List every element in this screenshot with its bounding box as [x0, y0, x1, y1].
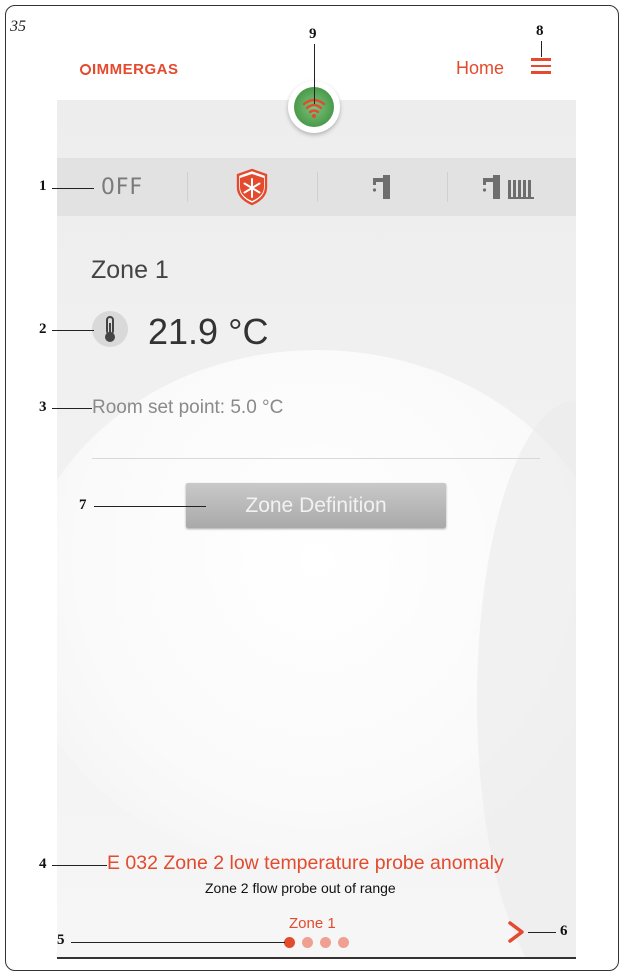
- callout-4: 4: [39, 856, 47, 872]
- room-set-point: Room set point: 5.0 °C: [92, 397, 284, 418]
- bottom-rule: [57, 957, 576, 959]
- app-screen: [57, 100, 576, 958]
- callout-2: 2: [39, 321, 47, 337]
- chevron-right-icon[interactable]: [506, 920, 526, 944]
- callout-leader: [52, 408, 92, 410]
- callout-1: 1: [39, 178, 47, 194]
- callout-leader: [528, 932, 556, 934]
- callout-5: 5: [57, 932, 65, 948]
- callout-9: 9: [309, 26, 317, 42]
- mode-antifreeze-button[interactable]: [187, 158, 317, 216]
- tap-icon: [372, 175, 390, 199]
- callout-6: 6: [560, 923, 568, 939]
- callout-8: 8: [536, 23, 544, 39]
- thermometer-icon: [92, 311, 128, 347]
- logo-text: IMMERGAS: [92, 61, 179, 78]
- snowflake-shield-icon: [236, 168, 268, 206]
- page-dot[interactable]: [320, 937, 331, 948]
- callout-leader: [52, 330, 94, 332]
- current-temperature: 21.9 °C: [148, 311, 269, 352]
- mode-dhw-button[interactable]: [317, 158, 447, 216]
- page-number: 35: [10, 18, 26, 35]
- page-dot[interactable]: [302, 937, 313, 948]
- zone-title: Zone 1: [91, 256, 169, 284]
- menu-icon[interactable]: [531, 58, 551, 74]
- callout-leader: [71, 942, 285, 944]
- immergas-logo: IMMERGAS: [80, 61, 179, 78]
- mode-off-button[interactable]: 0FF: [57, 158, 187, 216]
- zone-page-indicator[interactable]: [284, 937, 354, 949]
- error-message: E 032 Zone 2 low temperature probe anoma…: [107, 852, 504, 874]
- callout-leader: [541, 41, 543, 57]
- tap-radiator-icon: [482, 175, 534, 199]
- logo-flame-icon: [80, 64, 91, 75]
- zone-definition-button[interactable]: Zone Definition: [186, 483, 446, 528]
- footer-zone-label: Zone 1: [289, 915, 336, 932]
- page-dot-active[interactable]: [284, 937, 295, 948]
- callout-3: 3: [39, 399, 47, 415]
- mode-selector-bar: 0FF: [57, 158, 576, 216]
- home-link[interactable]: Home: [456, 58, 504, 79]
- callout-leader: [52, 865, 107, 867]
- divider: [92, 458, 540, 459]
- mode-dhw-heating-button[interactable]: [447, 158, 576, 216]
- callout-leader: [94, 506, 206, 508]
- callout-7: 7: [79, 497, 87, 513]
- callout-leader: [314, 44, 316, 104]
- error-detail: Zone 2 flow probe out of range: [205, 880, 396, 896]
- page-dot[interactable]: [338, 937, 349, 948]
- callout-leader: [52, 188, 94, 190]
- mode-off-label: 0FF: [100, 174, 144, 200]
